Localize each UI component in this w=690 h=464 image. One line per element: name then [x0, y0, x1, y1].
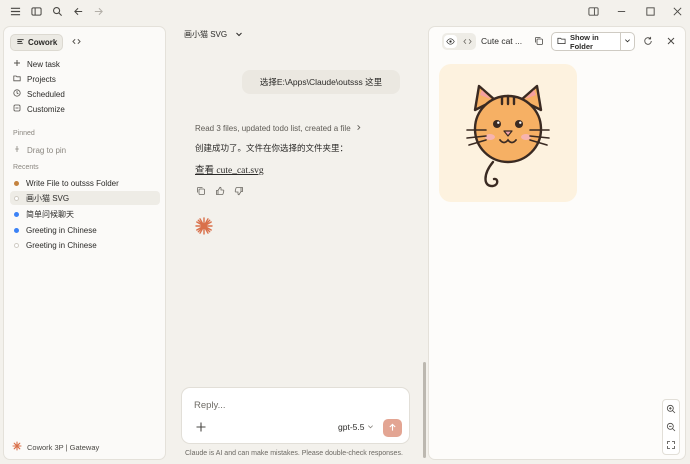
recent-item[interactable]: Greeting in Chinese [10, 238, 160, 252]
show-in-folder-main[interactable]: Show in Folder [552, 32, 620, 51]
split-view-icon[interactable] [586, 4, 600, 18]
preview-toolbar: Cute cat ... Show in Folder [429, 27, 685, 57]
footer-label: Cowork 3P | Gateway [27, 442, 100, 452]
sidebar-item-label: Scheduled [27, 89, 65, 99]
chat-scrollbar[interactable] [423, 362, 426, 458]
recent-item[interactable]: Greeting in Chinese [10, 223, 160, 237]
recent-item[interactable]: Write File to outsss Folder [10, 176, 160, 190]
pinned-drop-zone[interactable]: Drag to pin [10, 143, 160, 157]
tab-cowork[interactable]: Cowork [10, 34, 64, 51]
disclaimer: Claude is AI and can make mistakes. Plea… [185, 450, 403, 457]
copy-icon[interactable] [533, 35, 545, 47]
cute-cat-image [466, 84, 550, 188]
zoom-out-icon[interactable] [666, 422, 677, 433]
chat-title: 画小猫 SVG [184, 30, 228, 39]
model-name: gpt-5.5 [338, 422, 365, 432]
recent-item-selected[interactable]: 画小猫 SVG [10, 191, 160, 205]
status-dot [14, 211, 19, 217]
send-button[interactable] [383, 419, 402, 437]
sidebar-item-label: Projects [27, 74, 56, 84]
tab-cowork-label: Cowork [28, 38, 58, 47]
show-in-folder-button[interactable]: Show in Folder [551, 32, 635, 51]
pin-icon [13, 145, 21, 155]
tab-code[interactable] [67, 34, 86, 51]
assistant-message: 创建成功了。文件在你选择的文件夹里： [195, 143, 349, 153]
customize-icon [13, 104, 21, 114]
code-icon [72, 37, 82, 48]
sidebar-item-customize[interactable]: Customize [10, 102, 160, 116]
copy-icon[interactable] [195, 185, 206, 196]
recent-item-label: Greeting in Chinese [26, 240, 97, 250]
recent-item-label: 画小猫 SVG [26, 193, 70, 203]
chevron-down-icon [624, 37, 631, 46]
folder-icon [557, 36, 566, 47]
show-in-folder-label: Show in Folder [570, 32, 599, 51]
sidebar-tabs: Cowork [10, 34, 86, 51]
reply-input[interactable]: Reply... [194, 400, 226, 411]
claude-spark-icon [194, 216, 214, 236]
title-bar [0, 0, 690, 22]
tool-summary[interactable]: Read 3 files, updated todo list, created… [195, 124, 362, 133]
sidebar-toggle-icon[interactable] [29, 4, 43, 18]
zoom-in-icon[interactable] [666, 404, 677, 415]
recent-item[interactable]: 简单问候聊天 [10, 207, 160, 221]
menu-icon[interactable] [8, 4, 22, 18]
search-icon[interactable] [50, 4, 64, 18]
message-actions [195, 185, 244, 196]
maximize-icon[interactable] [643, 4, 657, 18]
eye-icon[interactable] [444, 35, 457, 48]
view-toggle [442, 33, 476, 50]
fit-to-screen-icon[interactable] [666, 440, 677, 451]
pinned-heading: Pinned [13, 130, 35, 137]
show-in-folder-dropdown[interactable] [620, 33, 634, 50]
chevron-down-icon [367, 422, 374, 432]
sidebar-item-scheduled[interactable]: Scheduled [10, 87, 160, 101]
chat-title-dropdown[interactable]: 画小猫 SVG [184, 29, 243, 40]
sidebar-item-projects[interactable]: Projects [10, 72, 160, 86]
status-dot [14, 180, 19, 186]
user-message-text: 选择E:\Apps\Claude\outsss 这里 [259, 77, 383, 87]
close-preview-icon[interactable] [665, 35, 677, 47]
recent-item-label: Write File to outsss Folder [26, 178, 119, 188]
preview-panel: Cute cat ... Show in Folder [428, 26, 686, 460]
sidebar-item-label: New task [27, 59, 60, 69]
file-link[interactable]: 查看 cute_cat.svg [195, 162, 264, 176]
status-dot [14, 227, 19, 233]
tool-summary-text: Read 3 files, updated todo list, created… [195, 124, 351, 133]
clock-icon [13, 89, 21, 99]
close-icon[interactable] [670, 4, 684, 18]
thumbs-up-icon[interactable] [214, 185, 225, 196]
cowork-icon [16, 37, 25, 48]
recent-item-label: 简单问候聊天 [26, 209, 74, 219]
sidebar-footer[interactable]: Cowork 3P | Gateway [12, 441, 99, 453]
pinned-placeholder: Drag to pin [27, 145, 67, 155]
status-dot [14, 242, 19, 248]
forward-arrow-icon[interactable] [91, 4, 105, 18]
preview-title: Cute cat ... [481, 36, 523, 46]
chevron-right-icon [355, 124, 362, 133]
plus-icon [13, 59, 21, 69]
arrow-up-icon [388, 423, 397, 434]
zoom-controls [662, 399, 680, 455]
claude-logo-icon [12, 441, 22, 453]
sidebar-item-label: Customize [27, 104, 65, 114]
svg-preview-canvas [439, 64, 577, 202]
composer: Reply... gpt-5.5 [181, 387, 410, 444]
sidebar: Cowork New task Projects Scheduled Custo… [3, 26, 166, 460]
recent-item-label: Greeting in Chinese [26, 225, 97, 235]
attach-plus-icon[interactable] [195, 421, 207, 433]
sidebar-item-new-task[interactable]: New task [10, 57, 160, 71]
user-message: 选择E:\Apps\Claude\outsss 这里 [242, 70, 400, 94]
recents-heading: Recents [13, 164, 39, 171]
thumbs-down-icon[interactable] [233, 185, 244, 196]
model-select[interactable]: gpt-5.5 [338, 422, 374, 432]
folder-icon [13, 74, 21, 84]
code-view-icon[interactable] [461, 35, 474, 48]
minimize-icon[interactable] [614, 4, 628, 18]
refresh-icon[interactable] [642, 35, 654, 47]
chevron-down-icon [235, 30, 243, 40]
back-arrow-icon[interactable] [71, 4, 85, 18]
status-dot [14, 195, 19, 201]
